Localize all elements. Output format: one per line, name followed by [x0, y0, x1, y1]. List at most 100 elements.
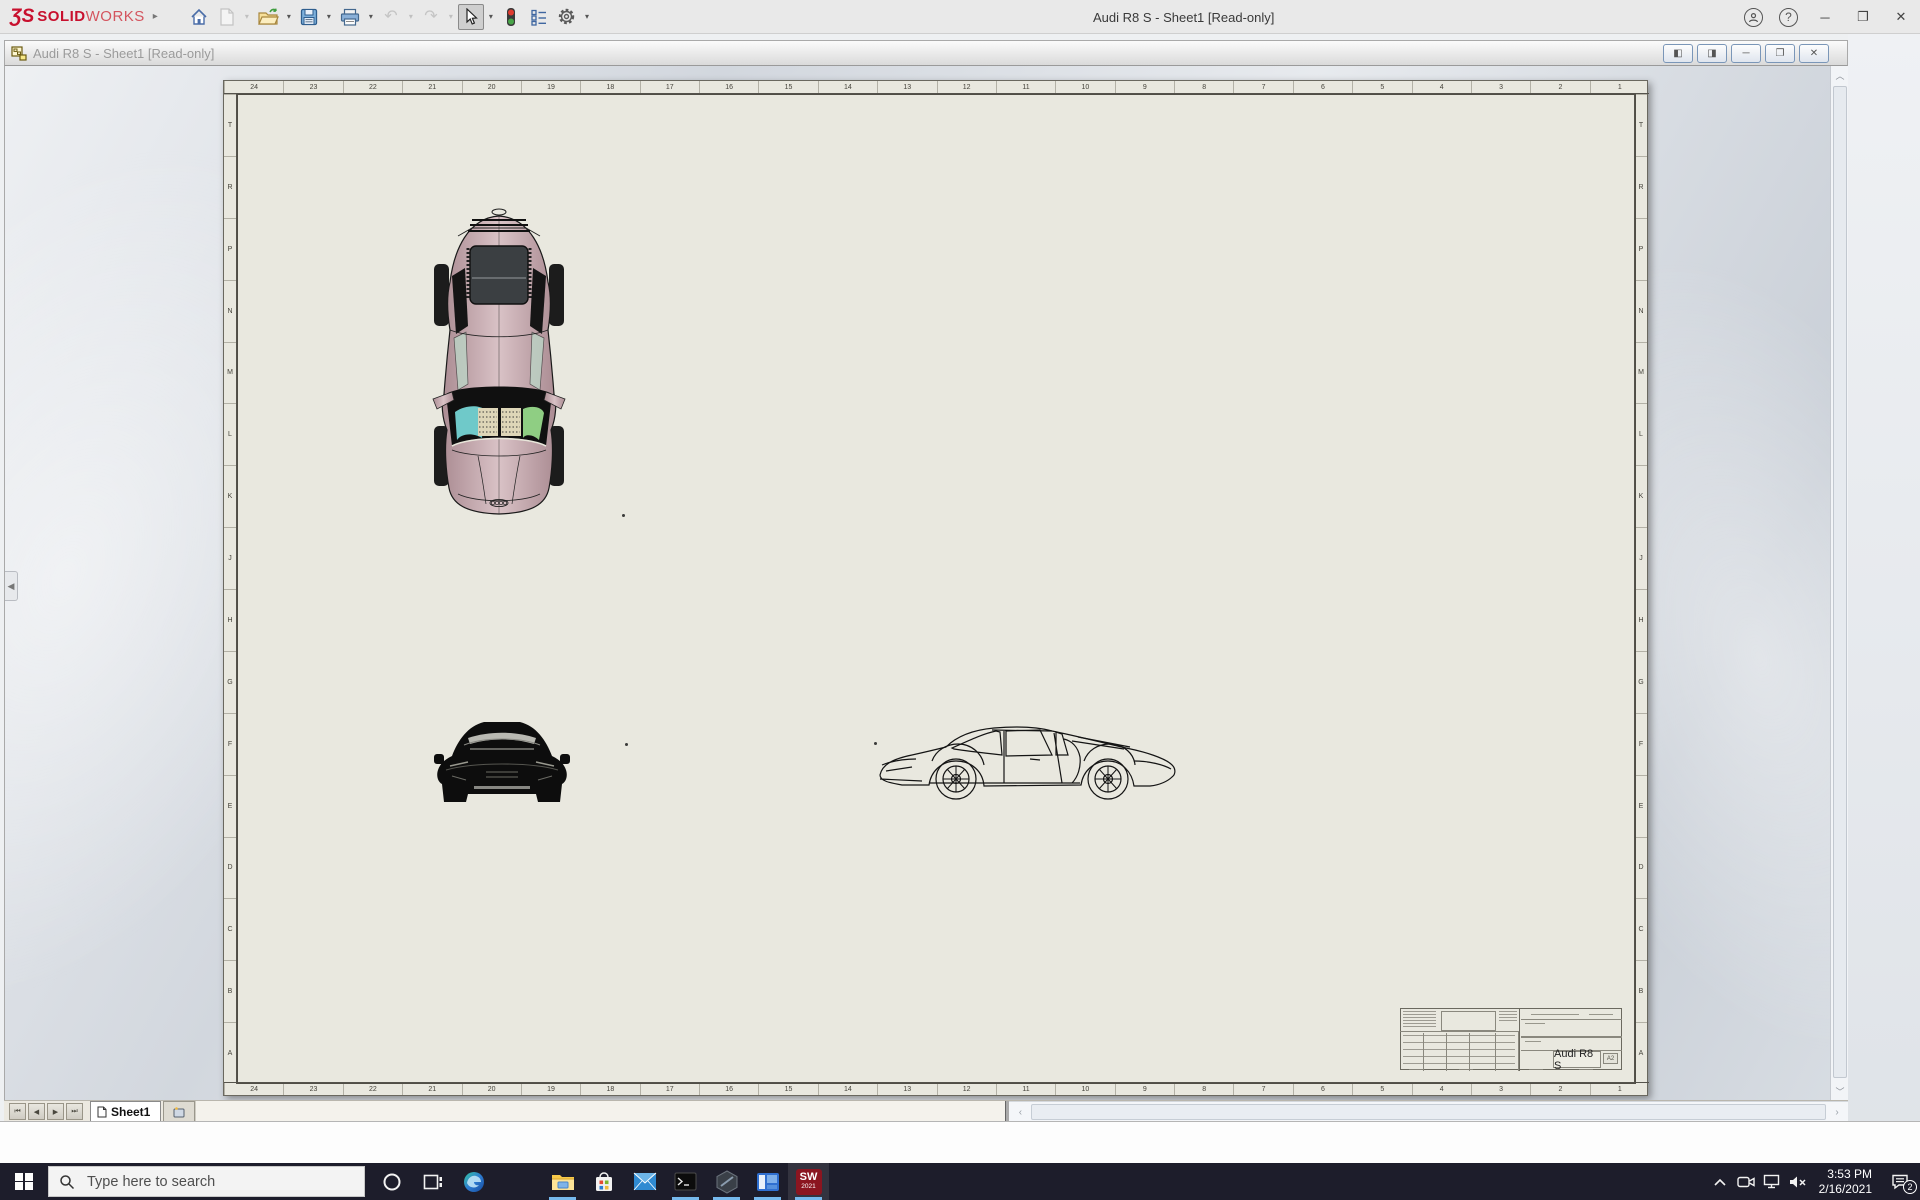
print-caret-icon[interactable]: ▾: [366, 12, 376, 21]
graphics-viewport[interactable]: 24 23 22 21 20 19 18 17 16 15 14 13 12 11 10 9 8 7 6 5 4 3 2 1 …: [4, 66, 1848, 1100]
new-document-button[interactable]: [214, 4, 240, 30]
search-input[interactable]: [85, 1172, 345, 1191]
open-caret-icon[interactable]: ▾: [284, 12, 294, 21]
add-sheet-tab[interactable]: [163, 1101, 196, 1121]
drawing-sheet[interactable]: 24 23 22 21 20 19 18 17 16 15 14 13 12 11 10 9 8 7 6 5 4 3 2 1 …: [223, 80, 1649, 1096]
sheet-icon: [97, 1106, 107, 1117]
doc-restore-button[interactable]: ❐: [1765, 44, 1795, 63]
settings-caret-icon[interactable]: ▾: [582, 12, 592, 21]
zone-letter-label: T: [224, 94, 236, 156]
next-sheet-button[interactable]: ▶: [47, 1103, 64, 1120]
rebuild-button[interactable]: [498, 4, 524, 30]
last-sheet-button[interactable]: ⏭: [66, 1103, 83, 1120]
zone-number-label: 15: [758, 1083, 817, 1095]
options-list-button[interactable]: [526, 4, 552, 30]
scroll-down-icon[interactable]: ﹀: [1831, 1082, 1848, 1100]
title-block[interactable]: Audi R8 S A2: [1400, 1008, 1622, 1072]
zone-number-label: 20: [461, 81, 521, 93]
mail-button[interactable]: [624, 1163, 665, 1200]
taskbar-clock[interactable]: 3:53 PM 2/16/2021: [1811, 1167, 1880, 1197]
horizontal-scrollbar-thumb[interactable]: [1031, 1104, 1826, 1120]
zone-letter-label: N: [224, 279, 236, 342]
undo-caret-icon[interactable]: ▾: [406, 12, 416, 21]
doc-minimize-button[interactable]: ─: [1731, 44, 1761, 63]
edge-button[interactable]: [453, 1163, 494, 1200]
zone-letter-label: K: [224, 465, 236, 527]
logo-flyout-arrow-icon[interactable]: ▸: [153, 11, 158, 22]
zone-letter-label: N: [1635, 279, 1647, 342]
terminal-button[interactable]: [665, 1163, 706, 1200]
select-cursor-icon: [466, 7, 478, 25]
vertical-scrollbar-thumb[interactable]: [1833, 86, 1847, 1078]
new-document-caret-icon[interactable]: ▾: [242, 12, 252, 21]
scroll-right-icon[interactable]: ›: [1828, 1102, 1846, 1122]
close-button[interactable]: ✕: [1890, 9, 1912, 25]
front-view-audi-r8[interactable]: [434, 714, 570, 806]
save-button[interactable]: [296, 4, 322, 30]
zone-letter-label: J: [224, 527, 236, 589]
windows-taskbar: SW 2021 3:53 PM: [0, 1163, 1920, 1200]
minimize-button[interactable]: ─: [1814, 10, 1836, 25]
feature-manager-flyout-tab[interactable]: ◀: [5, 571, 18, 601]
zone-number-label: 3: [1470, 1083, 1530, 1095]
doc-close-button[interactable]: ✕: [1799, 44, 1829, 63]
volume-muted-icon[interactable]: [1785, 1163, 1811, 1200]
app-titlebar: ƷS SOLID WORKS ▸ ▾ ▾ ▾ ▾ ↶ ▾ ↷ ▾ ▾ ▾ Aud…: [0, 0, 1920, 34]
horizontal-scrollbar[interactable]: ‹ ›: [1009, 1101, 1848, 1121]
zone-letter-label: C: [224, 898, 236, 960]
main-toolbar: ▾ ▾ ▾ ▾ ↶ ▾ ↷ ▾ ▾ ▾: [186, 3, 592, 30]
document-titlebar[interactable]: Audi R8 S - Sheet1 [Read-only] ◧ ◨ ─ ❐ ✕: [4, 40, 1848, 66]
save-caret-icon[interactable]: ▾: [324, 12, 334, 21]
hexagon-app-button[interactable]: [706, 1163, 747, 1200]
print-button[interactable]: [336, 4, 364, 30]
zone-number-label: 23: [283, 1083, 342, 1095]
side-view-audi-r8[interactable]: [872, 717, 1187, 803]
start-button[interactable]: [0, 1163, 48, 1200]
file-explorer-button[interactable]: [542, 1163, 583, 1200]
select-tool-button[interactable]: [457, 3, 484, 30]
scroll-left-icon[interactable]: ‹: [1011, 1102, 1029, 1122]
network-icon[interactable]: [1759, 1163, 1785, 1200]
open-button[interactable]: [254, 4, 282, 30]
restore-button[interactable]: ❐: [1852, 9, 1874, 25]
settings-button[interactable]: [554, 4, 580, 30]
zone-number-label: 8: [1174, 1083, 1233, 1095]
zone-letter-label: R: [224, 155, 236, 218]
select-tool-caret-icon[interactable]: ▾: [486, 12, 496, 21]
tile-right-icon[interactable]: ◨: [1697, 44, 1727, 63]
redo-caret-icon[interactable]: ▾: [446, 12, 456, 21]
zone-letter-label: L: [224, 403, 236, 465]
scroll-up-icon[interactable]: ︿: [1831, 66, 1848, 84]
account-icon[interactable]: [1744, 7, 1763, 27]
cortana-button[interactable]: [371, 1163, 412, 1200]
drawing-document-icon: [11, 45, 27, 61]
media-app-button[interactable]: [747, 1163, 788, 1200]
action-center-button[interactable]: 2: [1880, 1163, 1920, 1200]
task-view-button[interactable]: [412, 1163, 453, 1200]
undo-button[interactable]: ↶: [378, 4, 404, 30]
zone-letter-label: G: [1635, 650, 1647, 713]
previous-sheet-button[interactable]: ◀: [28, 1103, 45, 1120]
zone-number-label: 5: [1352, 1083, 1411, 1095]
zone-letter-label: L: [1635, 403, 1647, 465]
sheet1-tab[interactable]: Sheet1: [90, 1101, 162, 1121]
zone-number-label: 15: [758, 81, 817, 93]
zone-number-label: 17: [639, 1083, 699, 1095]
vertical-scrollbar[interactable]: ︿ ﹀: [1830, 66, 1848, 1100]
top-view-audi-r8[interactable]: [428, 198, 570, 520]
hidden-icons-chevron[interactable]: [1707, 1163, 1733, 1200]
titlebar-right-controls: ? ─ ❐ ✕: [1744, 0, 1912, 34]
zone-number-label: 24: [224, 81, 283, 93]
help-icon[interactable]: ?: [1779, 7, 1798, 27]
meet-now-icon[interactable]: [1733, 1163, 1759, 1200]
first-sheet-button[interactable]: ⏮: [9, 1103, 26, 1120]
store-button[interactable]: [583, 1163, 624, 1200]
solidworks-taskbar-button[interactable]: SW 2021: [788, 1163, 829, 1200]
view-origin-dot: [622, 514, 625, 517]
tile-left-icon[interactable]: ◧: [1663, 44, 1693, 63]
zone-number-label: 19: [520, 1083, 580, 1095]
home-button[interactable]: [186, 4, 212, 30]
redo-button[interactable]: ↷: [418, 4, 444, 30]
document-window-buttons: ◧ ◨ ─ ❐ ✕: [1663, 44, 1829, 63]
taskbar-search-box[interactable]: [48, 1166, 365, 1197]
